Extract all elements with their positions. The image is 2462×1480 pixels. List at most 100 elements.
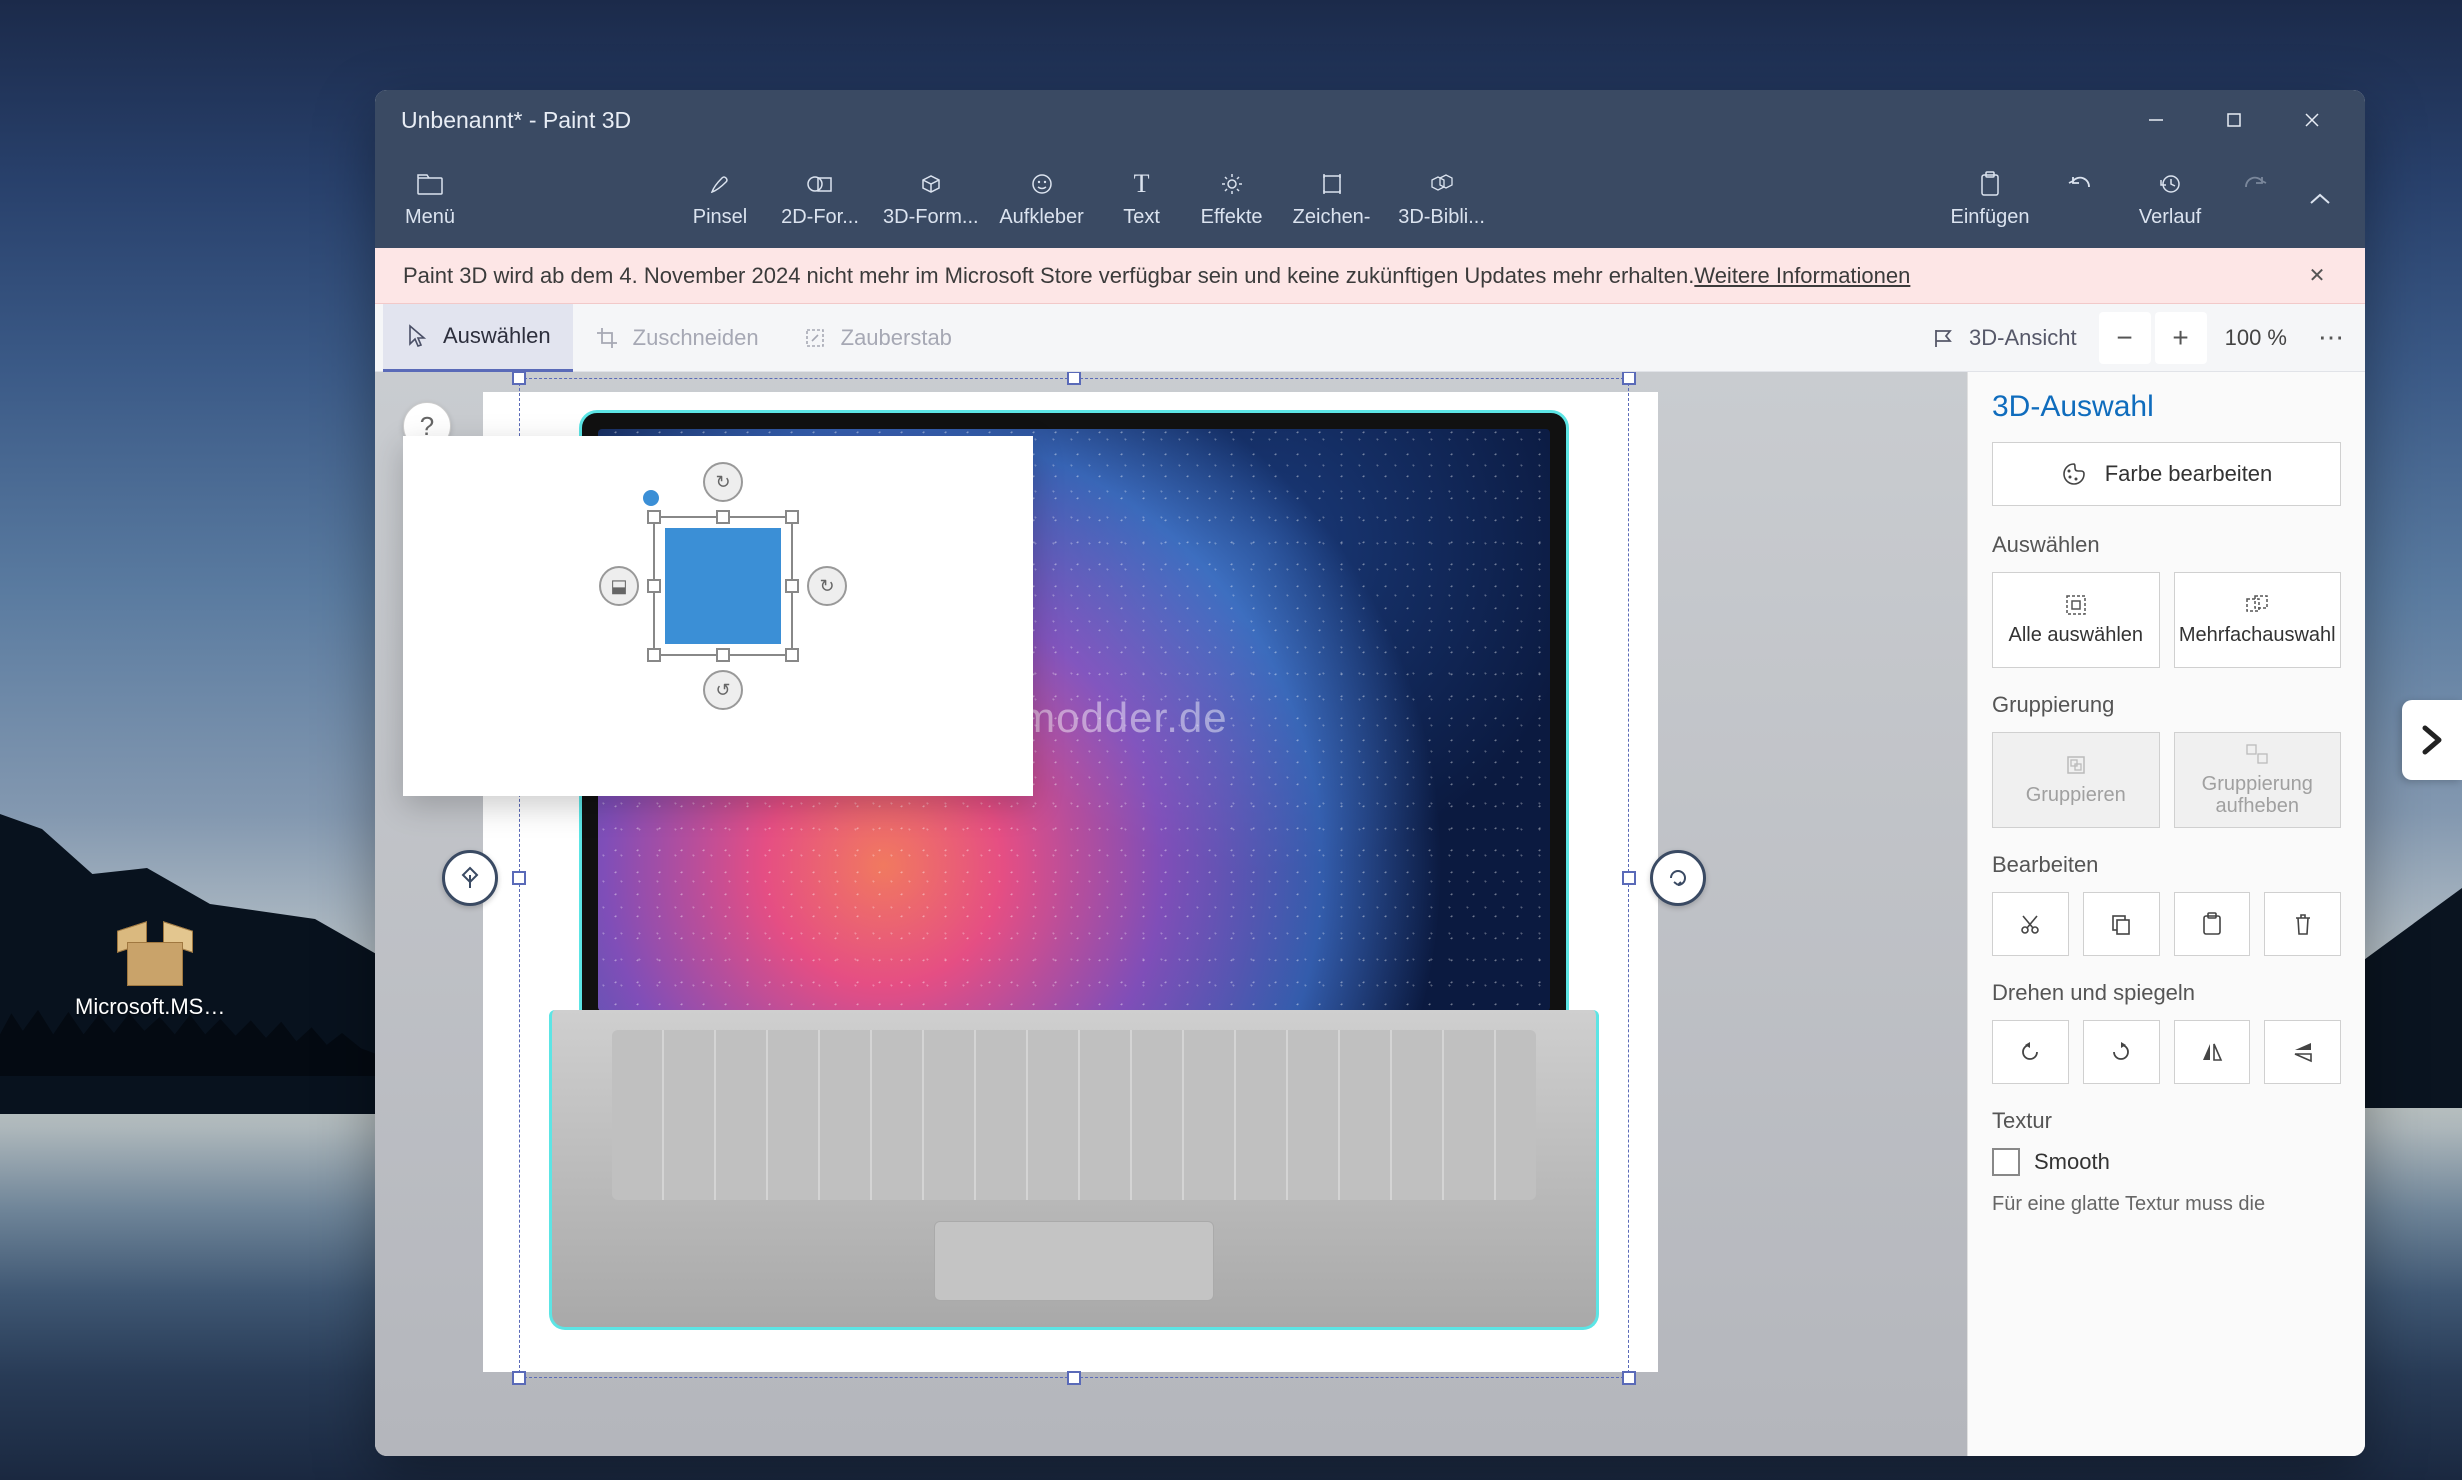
tile-label: Mehrfachauswahl xyxy=(2179,624,2336,647)
cursor-icon xyxy=(405,324,429,348)
right-edge-expand-button[interactable] xyxy=(2402,700,2462,780)
ribbon-label xyxy=(2252,206,2258,229)
package-icon xyxy=(119,920,191,986)
resize-handle-tl[interactable] xyxy=(512,372,526,385)
section-edit-label: Bearbeiten xyxy=(1992,852,2341,878)
resize-handle-lc[interactable] xyxy=(512,871,526,885)
delete-button[interactable] xyxy=(2264,892,2341,956)
resize-handle-bc[interactable] xyxy=(1067,1371,1081,1385)
window-title: Unbenannt* - Paint 3D xyxy=(401,107,631,134)
zoom-level-label: 100 % xyxy=(2211,325,2301,351)
redo-icon xyxy=(2242,170,2268,198)
ribbon-canvas-button[interactable]: Zeichen- xyxy=(1277,154,1387,244)
ribbon-2d-shapes-button[interactable]: 2D-For... xyxy=(765,154,875,244)
ribbon-label: Aufkleber xyxy=(999,206,1084,229)
rotate-handle-right[interactable] xyxy=(1650,850,1706,906)
close-button[interactable] xyxy=(2273,90,2351,150)
ribbon-effects-button[interactable]: Effekte xyxy=(1187,154,1277,244)
tool-3d-view[interactable]: 3D-Ansicht xyxy=(1909,304,2099,372)
cut-button[interactable] xyxy=(1992,892,2069,956)
group-icon xyxy=(2065,754,2087,776)
tool-crop[interactable]: Zuschneiden xyxy=(573,304,781,372)
flip-h-icon xyxy=(2200,1041,2224,1063)
ribbon-brush-button[interactable]: Pinsel xyxy=(675,154,765,244)
text-icon: T xyxy=(1134,170,1150,198)
ribbon-3d-shapes-button[interactable]: 3D-Form... xyxy=(875,154,987,244)
window-controls xyxy=(2117,90,2351,150)
zoom-controls: − + 100 % ⋯ xyxy=(2099,312,2357,364)
section-texture-label: Textur xyxy=(1992,1108,2341,1134)
edit-color-label: Farbe bearbeiten xyxy=(2105,461,2273,487)
ribbon-paste-button[interactable]: Einfügen xyxy=(1935,154,2045,244)
resize-handle-tc[interactable] xyxy=(1067,372,1081,385)
banner-more-info-link[interactable]: Weitere Informationen xyxy=(1694,263,1910,289)
panel-title: 3D-Auswahl xyxy=(1992,390,2341,424)
flag-icon xyxy=(1931,326,1955,350)
zoom-more-button[interactable]: ⋯ xyxy=(2305,312,2357,364)
resize-handle-bl[interactable] xyxy=(512,1371,526,1385)
undo-icon xyxy=(2067,170,2093,198)
multi-select-button[interactable]: Mehrfachauswahl xyxy=(2174,572,2342,668)
sticker-icon xyxy=(1030,170,1054,198)
resize-handle-rc[interactable] xyxy=(1622,871,1636,885)
tool-label: Zuschneiden xyxy=(633,325,759,351)
ribbon-label: Pinsel xyxy=(693,206,747,229)
main-area: Deskmodder.de xyxy=(375,372,2365,1456)
ribbon-label: Text xyxy=(1123,206,1160,229)
ribbon-toolbar: Menü Pinsel 2D-For... 3D-Form... xyxy=(375,150,2365,248)
minimize-button[interactable] xyxy=(2117,90,2195,150)
copy-button[interactable] xyxy=(2083,892,2160,956)
ribbon-label: Menü xyxy=(405,206,455,229)
zoom-out-button[interactable]: − xyxy=(2099,312,2151,364)
rotate-ccw-icon xyxy=(2018,1040,2042,1064)
edit-color-button[interactable]: Farbe bearbeiten xyxy=(1992,442,2341,506)
magic-wand-icon xyxy=(803,326,827,350)
paste-icon xyxy=(1979,170,2001,198)
tile-label: Alle auswählen xyxy=(2008,624,2143,647)
crop-icon xyxy=(595,326,619,350)
maximize-button[interactable] xyxy=(2195,90,2273,150)
ribbon-collapse-button[interactable] xyxy=(2285,154,2355,244)
brush-icon xyxy=(708,170,732,198)
help-demo-selection: ↻ ↺ ⬓ ↻ xyxy=(653,516,793,656)
canvas-viewport[interactable]: Deskmodder.de xyxy=(375,372,1967,1456)
smooth-label: Smooth xyxy=(2034,1149,2110,1175)
history-icon xyxy=(2158,170,2182,198)
palette-icon xyxy=(2061,461,2087,487)
banner-close-button[interactable]: ✕ xyxy=(2297,263,2337,288)
trash-icon xyxy=(2293,912,2313,936)
smooth-checkbox[interactable] xyxy=(1992,1148,2020,1176)
ribbon-label xyxy=(2077,206,2083,229)
flip-horizontal-button[interactable] xyxy=(2174,1020,2251,1084)
zoom-in-button[interactable]: + xyxy=(2155,312,2207,364)
tool-magic-select[interactable]: Zauberstab xyxy=(781,304,974,372)
ribbon-3d-library-button[interactable]: 3D-Bibli... xyxy=(1387,154,1497,244)
ribbon-label: 2D-For... xyxy=(781,206,859,229)
section-select-label: Auswählen xyxy=(1992,532,2341,558)
ribbon-history-button[interactable]: Verlauf xyxy=(2115,154,2225,244)
tool-select[interactable]: Auswählen xyxy=(383,304,573,372)
ribbon-undo-button[interactable] xyxy=(2045,154,2115,244)
resize-handle-br[interactable] xyxy=(1622,1371,1636,1385)
flip-vertical-button[interactable] xyxy=(2264,1020,2341,1084)
rotate-cw-icon xyxy=(2109,1040,2133,1064)
rotate-ccw-button[interactable] xyxy=(1992,1020,2069,1084)
effects-icon xyxy=(1220,170,1244,198)
library-3d-icon xyxy=(1428,170,1456,198)
ribbon-stickers-button[interactable]: Aufkleber xyxy=(987,154,1097,244)
paint3d-window: Unbenannt* - Paint 3D Menü xyxy=(375,90,2365,1456)
titlebar[interactable]: Unbenannt* - Paint 3D xyxy=(375,90,2365,150)
folder-icon xyxy=(417,170,443,198)
desktop-icon-mspaint-package[interactable]: Microsoft.MSPaint_... xyxy=(75,920,235,1020)
depth-handle-left[interactable] xyxy=(442,850,498,906)
help-tip-popup: ↻ ↺ ⬓ ↻ xyxy=(403,436,1033,796)
rotate-cw-button[interactable] xyxy=(2083,1020,2160,1084)
ribbon-redo-button[interactable] xyxy=(2225,154,2285,244)
multi-select-icon xyxy=(2245,594,2269,616)
tile-label: Gruppieren xyxy=(2026,784,2126,807)
resize-handle-tr[interactable] xyxy=(1622,372,1636,385)
ribbon-text-button[interactable]: T Text xyxy=(1097,154,1187,244)
ribbon-menu-button[interactable]: Menü xyxy=(385,154,475,244)
paste-button[interactable] xyxy=(2174,892,2251,956)
select-all-button[interactable]: Alle auswählen xyxy=(1992,572,2160,668)
